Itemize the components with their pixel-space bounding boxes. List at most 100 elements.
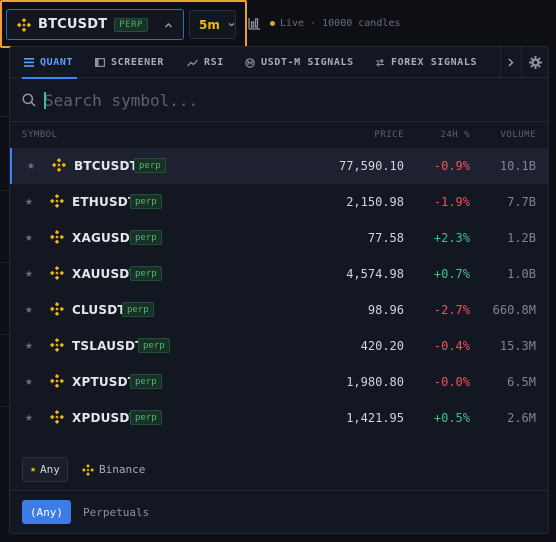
perp-badge: perp xyxy=(138,338,170,353)
perp-badge: perp xyxy=(122,302,154,317)
tab-screener[interactable]: SCREENER xyxy=(95,47,164,78)
binance-logo-icon xyxy=(50,302,64,316)
star-icon[interactable]: ★ xyxy=(25,411,33,425)
row-symbol: BTCUSDT xyxy=(74,159,139,173)
table-row[interactable]: ★ XPDUSDT perp 1,421.95 +0.5% 2.6M xyxy=(10,400,548,436)
list-icon xyxy=(24,58,34,67)
row-volume: 2.6M xyxy=(507,411,536,425)
perp-badge: perp xyxy=(130,410,162,425)
table-row[interactable]: ★ XPTUSDT perp 1,980.80 -0.0% 6.5M xyxy=(10,364,548,400)
exchange-filter-any[interactable]: ★ Any xyxy=(22,457,68,482)
row-symbol: TSLAUSDT xyxy=(72,339,144,353)
row-price: 98.96 xyxy=(367,303,404,317)
perp-badge: perp xyxy=(130,194,162,209)
bar-chart-icon[interactable] xyxy=(248,16,261,30)
exchange-filter-binance[interactable]: Binance xyxy=(82,457,145,482)
row-price: 420.20 xyxy=(360,339,404,353)
row-volume: 6.5M xyxy=(507,375,536,389)
row-volume: 1.2B xyxy=(507,231,536,245)
star-icon[interactable]: ★ xyxy=(27,159,35,173)
row-symbol: XAGUSDT xyxy=(72,231,139,245)
signal-icon xyxy=(245,57,255,68)
type-filter-any[interactable]: (Any) xyxy=(22,500,71,524)
gear-icon xyxy=(528,56,542,69)
binance-logo-icon xyxy=(50,194,64,208)
row-change: -0.9% xyxy=(433,159,470,173)
tab-usdt-m-signals[interactable]: USDT-M SIGNALS xyxy=(245,47,354,78)
type-filter-perpetuals[interactable]: Perpetuals xyxy=(83,500,149,524)
row-symbol: XPDUSDT xyxy=(72,411,138,425)
star-icon: ★ xyxy=(30,464,37,475)
column-symbol: SYMBOL xyxy=(22,130,58,140)
table-header: SYMBOL PRICE 24H % VOLUME xyxy=(10,123,548,147)
text-caret xyxy=(44,92,46,109)
live-status-text: Live · 10000 candles xyxy=(280,18,401,29)
binance-logo-icon xyxy=(50,230,64,244)
table-row[interactable]: ★ TSLAUSDT perp 420.20 -0.4% 15.3M xyxy=(10,328,548,364)
live-status: Live · 10000 candles xyxy=(270,18,400,29)
symbol-search-panel: QUANT SCREENER RSI USDT-M SIGNALS FOREX … xyxy=(9,46,549,534)
row-price: 4,574.98 xyxy=(346,267,404,281)
column-volume: VOLUME xyxy=(500,130,536,140)
row-volume: 10.1B xyxy=(499,159,536,173)
perp-badge: perp xyxy=(130,374,162,389)
symbol-area-highlight xyxy=(0,0,247,48)
perp-badge: perp xyxy=(130,230,162,245)
tabs-scroll-right-button[interactable] xyxy=(500,47,520,78)
column-price: PRICE xyxy=(374,130,404,140)
star-icon[interactable]: ★ xyxy=(25,339,33,353)
exchange-filter: ★ Any Binance xyxy=(10,447,548,491)
row-volume: 7.7B xyxy=(507,195,536,209)
column-change: 24H % xyxy=(440,130,470,140)
screener-icon xyxy=(95,58,105,67)
contract-type-filter: (Any) Perpetuals xyxy=(10,491,548,533)
settings-button[interactable] xyxy=(521,47,548,78)
table-row[interactable]: ★ BTCUSDT perp 77,590.10 -0.9% 10.1B xyxy=(10,148,548,184)
row-symbol: CLUSDT xyxy=(72,303,126,317)
binance-logo-icon xyxy=(50,374,64,388)
table-row[interactable]: ★ ETHUSDT perp 2,150.98 -1.9% 7.7B xyxy=(10,184,548,220)
row-change: +2.3% xyxy=(433,231,470,245)
row-price: 77.58 xyxy=(367,231,404,245)
row-volume: 15.3M xyxy=(499,339,536,353)
binance-logo-icon xyxy=(82,463,94,476)
perp-badge: perp xyxy=(134,158,166,173)
star-icon[interactable]: ★ xyxy=(25,231,33,245)
row-symbol: ETHUSDT xyxy=(72,195,137,209)
row-price: 77,590.10 xyxy=(338,159,404,173)
row-change: -2.7% xyxy=(433,303,470,317)
top-bar: BTCUSDT PERP 5m Live · 10000 candles xyxy=(0,0,556,407)
row-price: 1,980.80 xyxy=(346,375,404,389)
binance-logo-icon xyxy=(50,266,64,280)
row-change: +0.5% xyxy=(433,411,470,425)
row-volume: 660.8M xyxy=(492,303,536,317)
row-price: 2,150.98 xyxy=(346,195,404,209)
row-volume: 1.0B xyxy=(507,267,536,281)
binance-logo-icon xyxy=(50,338,64,352)
table-row[interactable]: ★ XAUUSDT perp 4,574.98 +0.7% 1.0B xyxy=(10,256,548,292)
table-row[interactable]: ★ CLUSDT perp 98.96 -2.7% 660.8M xyxy=(10,292,548,328)
star-icon[interactable]: ★ xyxy=(25,195,33,209)
row-change: -1.9% xyxy=(433,195,470,209)
tab-rsi[interactable]: RSI xyxy=(187,47,224,78)
table-row[interactable]: ★ XAGUSDT perp 77.58 +2.3% 1.2B xyxy=(10,220,548,256)
row-symbol: XPTUSDT xyxy=(72,375,137,389)
chevron-right-icon xyxy=(508,58,514,67)
star-icon[interactable]: ★ xyxy=(25,267,33,281)
perp-badge: perp xyxy=(130,266,162,281)
binance-logo-icon xyxy=(50,410,64,424)
row-change: +0.7% xyxy=(433,267,470,281)
tab-forex-signals[interactable]: FOREX SIGNALS xyxy=(375,47,477,78)
star-icon[interactable]: ★ xyxy=(25,303,33,317)
search-bar xyxy=(10,78,548,122)
search-icon xyxy=(22,93,36,107)
live-dot-icon xyxy=(270,21,275,26)
search-input[interactable] xyxy=(44,86,524,114)
trend-icon xyxy=(187,59,198,66)
exchange-icon xyxy=(376,58,384,67)
panel-tabs: QUANT SCREENER RSI USDT-M SIGNALS FOREX … xyxy=(10,47,548,79)
row-change: -0.0% xyxy=(433,375,470,389)
row-symbol: XAUUSDT xyxy=(72,267,138,281)
star-icon[interactable]: ★ xyxy=(25,375,33,389)
tab-quant[interactable]: QUANT xyxy=(21,47,78,79)
